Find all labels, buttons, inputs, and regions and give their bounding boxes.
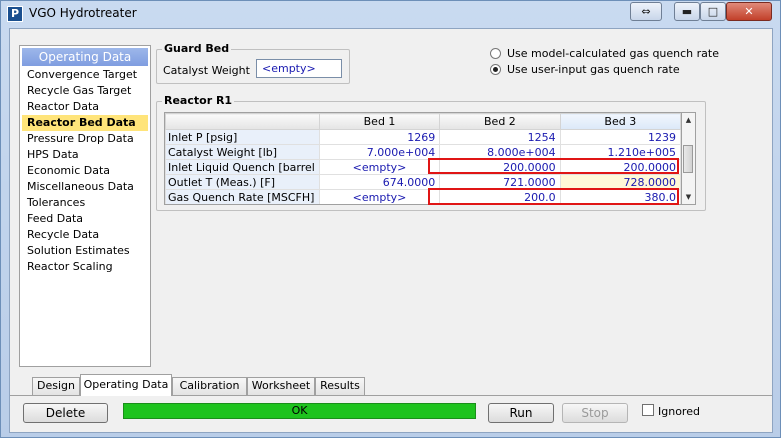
table-cell[interactable]: 1254 xyxy=(439,129,561,145)
table-row: Inlet Liquid Quench [barrel <empty> 200.00… xyxy=(165,159,681,175)
app-logo-icon: P xyxy=(7,6,23,22)
tab-bar: Design Operating Data Calibration Worksheet… xyxy=(10,374,772,396)
row-label: Inlet Liquid Quench [barrel xyxy=(165,159,320,175)
row-label: Gas Quench Rate [MSCFH] xyxy=(165,189,320,204)
user-input-quench-option[interactable]: Use user-input gas quench rate xyxy=(490,62,680,76)
delete-button[interactable]: Delete xyxy=(23,403,108,423)
table-cell[interactable]: 8.000e+004 xyxy=(439,144,561,160)
application-window: P VGO Hydrotreater ⇔ ▬ □ ✕ Operating Dat… xyxy=(0,0,781,438)
table-cell[interactable]: 7.000e+004 xyxy=(318,144,441,160)
table-cell[interactable]: 728.0000 xyxy=(559,174,681,190)
row-label: Inlet P [psig] xyxy=(165,129,320,145)
table-cell[interactable]: 1269 xyxy=(318,129,441,145)
nav-item[interactable]: Recycle Gas Target xyxy=(22,83,148,99)
nav-item[interactable]: HPS Data xyxy=(22,147,148,163)
radio-unchecked-icon[interactable] xyxy=(490,47,501,59)
model-calculated-quench-option[interactable]: Use model-calculated gas quench rate xyxy=(490,46,719,60)
guard-bed-group: Guard Bed Catalyst Weight <empty> xyxy=(156,42,350,84)
nav-item[interactable]: Reactor Bed Data xyxy=(22,115,148,131)
table-cell[interactable]: <empty> xyxy=(318,159,441,175)
table-cell[interactable]: 380.0 xyxy=(559,189,681,204)
row-label: Catalyst Weight [lb] xyxy=(165,144,320,160)
maximize-button[interactable]: □ xyxy=(700,2,726,21)
run-button[interactable]: Run xyxy=(488,403,554,423)
table-cell[interactable]: 200.0000 xyxy=(559,159,681,175)
close-button[interactable]: ✕ xyxy=(726,2,772,21)
tab-item[interactable]: Worksheet xyxy=(247,377,315,395)
nav-item[interactable]: Recycle Data xyxy=(22,227,148,243)
nav-header: Operating Data xyxy=(22,48,148,66)
reactor-bed-grid: Bed 1 Bed 2 Bed 3 Inlet P [psig] 1269 1254… xyxy=(164,112,682,205)
table-row: Gas Quench Rate [MSCFH] <empty> 200.0 380.0 xyxy=(165,189,681,204)
nav-list: Convergence Target Recycle Gas Target Reac… xyxy=(20,67,150,275)
operating-data-nav: Operating Data Convergence Target Recycle… xyxy=(19,45,151,367)
table-cell[interactable]: 1239 xyxy=(559,129,681,145)
tab-item[interactable]: Operating Data xyxy=(80,374,172,396)
stop-button[interactable]: Stop xyxy=(562,403,628,423)
scroll-down-arrow-icon[interactable]: ▼ xyxy=(682,190,695,204)
column-header-bed-3[interactable]: Bed 3 xyxy=(559,113,681,130)
table-cell[interactable]: 674.0000 xyxy=(318,174,441,190)
table-cell[interactable]: 1.210e+005 xyxy=(559,144,681,160)
reactor-title: Reactor R1 xyxy=(162,94,235,107)
nav-item[interactable]: Reactor Scaling xyxy=(22,259,148,275)
tab-item[interactable]: Calibration xyxy=(172,377,247,395)
table-cell[interactable]: 200.0 xyxy=(439,189,561,204)
table-cell[interactable]: 200.0000 xyxy=(439,159,561,175)
model-calculated-quench-label: Use model-calculated gas quench rate xyxy=(507,46,719,60)
nav-item[interactable]: Miscellaneous Data xyxy=(22,179,148,195)
title-bar: P VGO Hydrotreater ⇔ ▬ □ ✕ xyxy=(1,1,780,27)
table-row: Inlet P [psig] 1269 1254 1239 xyxy=(165,129,681,145)
nav-item[interactable]: Feed Data xyxy=(22,211,148,227)
grid-vertical-scrollbar[interactable]: ▲ ▼ xyxy=(682,112,696,205)
ignored-label: Ignored xyxy=(658,405,700,418)
nav-item[interactable]: Tolerances xyxy=(22,195,148,211)
nav-item[interactable]: Pressure Drop Data xyxy=(22,131,148,147)
user-input-quench-label: Use user-input gas quench rate xyxy=(507,62,680,76)
table-cell[interactable]: 721.0000 xyxy=(439,174,561,190)
nav-item[interactable]: Solution Estimates xyxy=(22,243,148,259)
scrollbar-thumb[interactable] xyxy=(683,145,693,173)
column-header-bed-2[interactable]: Bed 2 xyxy=(439,113,561,130)
table-body: Inlet P [psig] 1269 1254 1239 Catalyst Weigh… xyxy=(165,129,681,204)
guard-bed-title: Guard Bed xyxy=(162,42,232,55)
reactor-bed-table: Bed 1 Bed 2 Bed 3 Inlet P [psig] 1269 1254… xyxy=(165,113,681,204)
table-cell[interactable]: <empty> xyxy=(318,189,441,204)
tab-item[interactable]: Results xyxy=(315,377,365,395)
nav-item[interactable]: Economic Data xyxy=(22,163,148,179)
minimize-button[interactable]: ▬ xyxy=(674,2,700,21)
restore-icon[interactable]: ⇔ xyxy=(630,2,662,21)
table-row: Catalyst Weight [lb] 7.000e+004 8.000e+004… xyxy=(165,144,681,160)
ignored-checkbox[interactable] xyxy=(642,404,654,416)
catalyst-weight-label: Catalyst Weight xyxy=(163,64,250,77)
row-label: Outlet T (Meas.) [F] xyxy=(165,174,320,190)
nav-item[interactable]: Convergence Target xyxy=(22,67,148,83)
status-bar: OK xyxy=(123,403,476,419)
window-title: VGO Hydrotreater xyxy=(29,6,137,20)
scroll-up-arrow-icon[interactable]: ▲ xyxy=(682,113,695,127)
nav-item[interactable]: Reactor Data xyxy=(22,99,148,115)
guard-bed-catalyst-weight-field[interactable]: <empty> xyxy=(256,59,342,78)
column-header-bed-1[interactable]: Bed 1 xyxy=(318,113,441,130)
table-header-row: Bed 1 Bed 2 Bed 3 xyxy=(165,113,681,130)
corner-header-cell xyxy=(165,113,320,130)
tab-item[interactable]: Design xyxy=(32,377,80,395)
radio-checked-icon[interactable] xyxy=(490,63,501,75)
form-body: Operating Data Convergence Target Recycle… xyxy=(9,28,773,433)
table-row: Outlet T (Meas.) [F] 674.0000 721.0000 728.… xyxy=(165,174,681,190)
